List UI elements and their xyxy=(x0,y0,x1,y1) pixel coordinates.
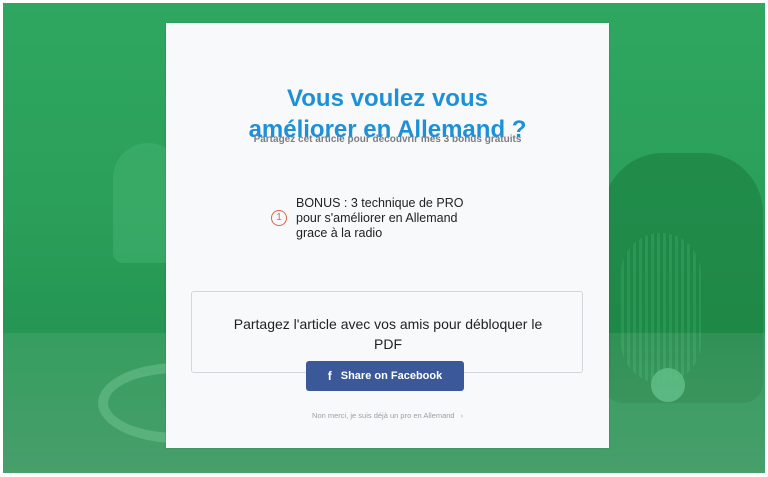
facebook-icon: f xyxy=(327,369,332,383)
share-instruction-line1: Partagez l'article avec vos amis pour dé… xyxy=(233,316,543,332)
share-instruction: Partagez l'article avec vos amis pour dé… xyxy=(192,314,584,354)
bonus-item: 1 BONUS : 3 technique de PRO pour s'amél… xyxy=(271,196,531,246)
bonus-description: BONUS : 3 technique de PRO pour s'amélio… xyxy=(296,196,506,241)
bonus-number-badge: 1 xyxy=(271,210,287,226)
share-instruction-line2: PDF xyxy=(374,336,402,352)
chevron-right-icon: › xyxy=(460,413,463,420)
bonus-line2: pour s'améliorer en Allemand xyxy=(296,211,458,225)
share-on-facebook-button[interactable]: f Share on Facebook xyxy=(306,361,464,391)
share-popup: Vous voulez vous améliorer en Allemand ?… xyxy=(166,23,609,448)
share-button-label: Share on Facebook xyxy=(340,370,443,382)
popup-title-line1: Vous voulez vous xyxy=(287,85,488,112)
decline-label: Non merci, je suis déjà un pro en Allema… xyxy=(312,411,455,420)
bonus-line1: BONUS : 3 technique de PRO xyxy=(296,196,464,210)
decline-link[interactable]: Non merci, je suis déjà un pro en Allema… xyxy=(166,411,609,420)
popup-subtitle: Partagez cet article pour découvrir mes … xyxy=(253,134,522,145)
bonus-line3: grace à la radio xyxy=(296,226,383,240)
